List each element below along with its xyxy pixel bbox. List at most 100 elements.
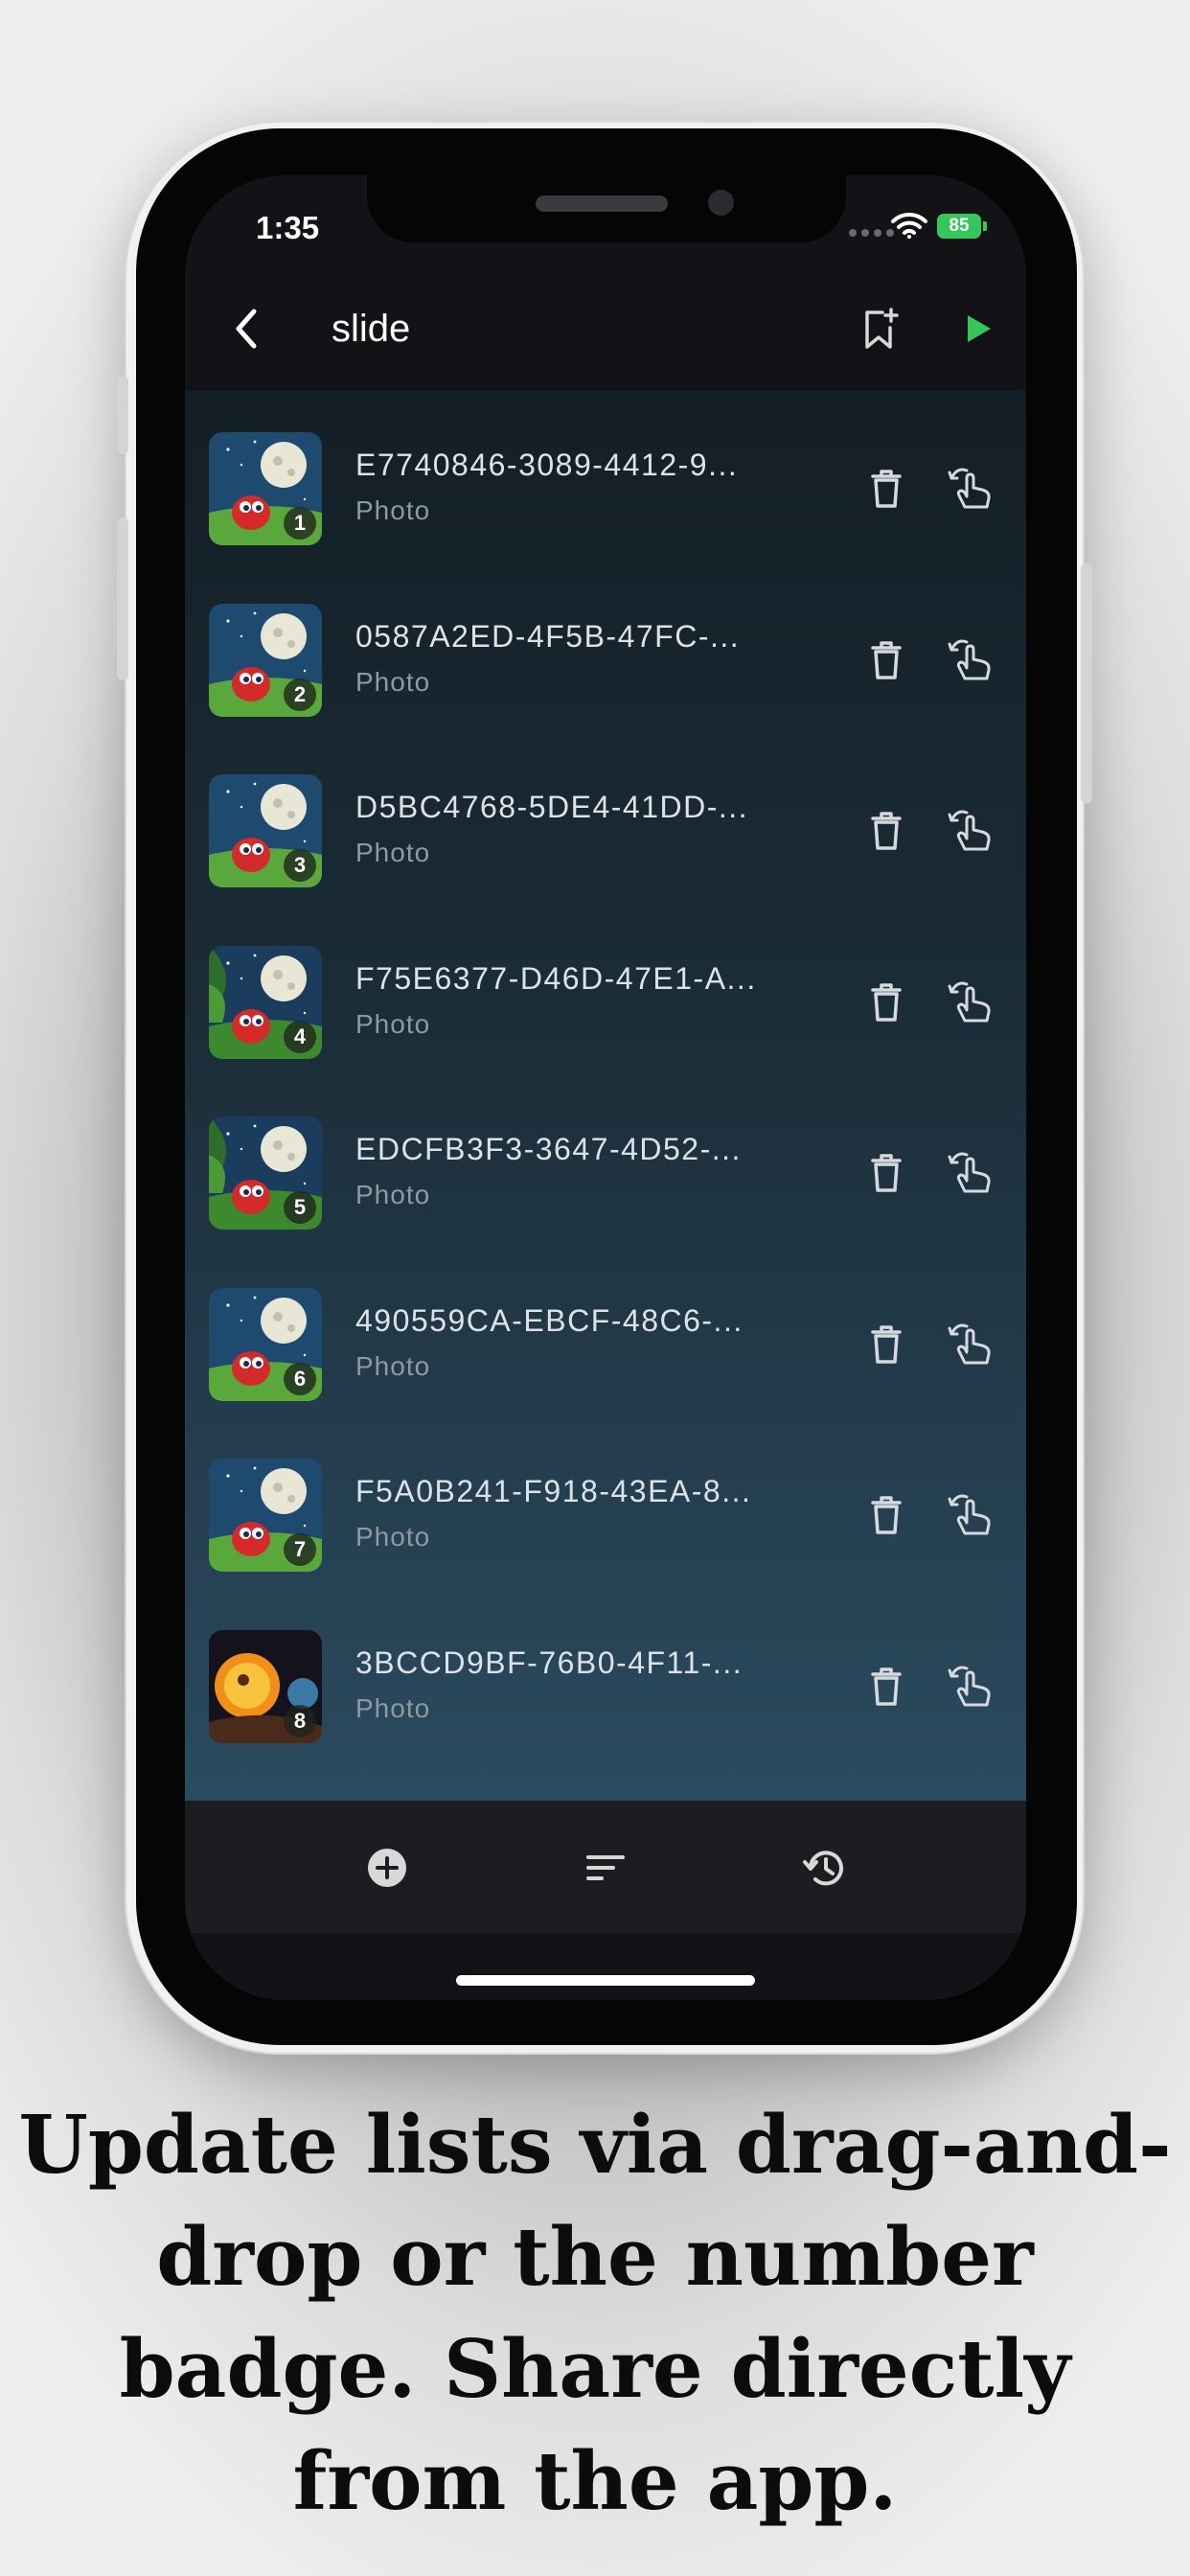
item-title: F5A0B241-F918-43EA-8... [355,1474,752,1508]
app-screen: 1:35 85 slide 1 E7740846-3089-4412-9... … [185,175,1026,2000]
photo-thumbnail[interactable]: 7 [209,1459,322,1572]
trash-icon [871,1324,902,1364]
list-item[interactable]: 3 D5BC4768-5DE4-41DD-... Photo [185,730,1026,901]
sort-button[interactable] [577,1839,634,1897]
back-button[interactable] [217,298,275,359]
delete-button[interactable] [865,978,907,1026]
photo-thumbnail[interactable]: 3 [209,774,322,887]
delete-button[interactable] [865,636,907,684]
item-title: EDCFB3F3-3647-4D52-... [355,1132,742,1166]
trash-icon [871,1496,902,1534]
bookmark-add-button[interactable] [854,300,907,357]
drag-hand-icon [948,1152,991,1193]
trash-icon [871,1667,902,1706]
slide-list: 1 E7740846-3089-4412-9... Photo 2 0587A2… [185,390,1026,1801]
item-type-label: Photo [355,1180,431,1209]
item-title: 3BCCD9BF-76B0-4F11-... [355,1644,744,1680]
item-title: E7740846-3089-4412-9... [355,448,739,482]
trash-icon [871,982,902,1022]
photo-thumbnail[interactable]: 8 [209,1629,322,1743]
drag-handle[interactable] [945,634,996,686]
order-number-badge[interactable]: 4 [284,1020,316,1053]
play-icon [968,315,991,342]
list-item[interactable]: 7 F5A0B241-F918-43EA-8... Photo [185,1414,1026,1585]
bottom-toolbar [185,1801,1026,1933]
list-item[interactable]: 6 490559CA-EBCF-48C6-... Photo [185,1244,1026,1414]
list-item[interactable]: 5 EDCFB3F3-3647-4D52-... Photo [185,1072,1026,1243]
list-item[interactable]: 4 F75E6377-D46D-47E1-A... Photo [185,902,1026,1072]
order-number-badge[interactable]: 3 [284,849,316,882]
front-camera [708,190,734,216]
marketing-caption: Update lists via drag-and-drop or the nu… [18,2098,1172,2528]
drag-handle[interactable] [945,1319,996,1370]
item-type-label: Photo [355,1008,431,1039]
order-number-badge[interactable]: 8 [284,1704,316,1737]
sort-icon [586,1855,625,1880]
drag-handle[interactable] [945,805,996,857]
delete-button[interactable] [865,1149,907,1197]
item-type-label: Photo [355,1522,431,1552]
battery-tip [983,221,987,231]
order-number-badge[interactable]: 2 [284,678,316,711]
history-button[interactable] [795,1839,853,1897]
drag-handle[interactable] [945,1147,996,1199]
bookmark-add-icon [865,308,899,349]
list-item[interactable]: 2 0587A2ED-4F5B-47FC-... Photo [185,560,1026,730]
item-type-label: Photo [355,1350,431,1381]
add-button[interactable] [358,1839,416,1897]
photo-thumbnail[interactable]: 4 [209,945,322,1059]
delete-button[interactable] [865,1321,907,1368]
trash-icon [871,1154,902,1192]
order-number-badge[interactable]: 1 [284,507,316,540]
item-title: 490559CA-EBCF-48C6-... [355,1302,744,1338]
drag-hand-icon [948,1494,991,1535]
drag-hand-icon [948,639,991,679]
photo-thumbnail[interactable]: 5 [209,1116,322,1230]
photo-thumbnail[interactable]: 1 [209,432,322,545]
list-item[interactable]: 8 3BCCD9BF-76B0-4F11-... Photo [185,1586,1026,1757]
phone-silent-switch [117,376,128,454]
item-title: 0587A2ED-4F5B-47FC-... [355,618,741,654]
add-circle-icon [368,1849,406,1887]
drag-hand-icon [948,810,991,851]
drag-hand-icon [948,1666,991,1706]
delete-button[interactable] [865,1491,907,1539]
home-area [185,1933,1026,2000]
phone-power-button [1081,564,1092,803]
drag-handle[interactable] [945,1489,996,1541]
drag-handle[interactable] [945,1661,996,1713]
page-title: slide [332,308,411,350]
phone-volume-button [117,518,128,680]
status-time: 1:35 [256,210,320,245]
order-number-badge[interactable]: 5 [284,1191,316,1224]
photo-thumbnail[interactable]: 2 [209,603,322,717]
drag-hand-icon [948,1323,991,1364]
cellular-signal-icon [849,229,894,237]
drag-hand-icon [948,981,991,1022]
play-button[interactable] [951,300,1005,357]
list-item[interactable]: 1 E7740846-3089-4412-9... Photo [185,388,1026,559]
trash-icon [871,812,902,850]
battery-indicator: 85 [937,214,981,239]
drag-handle[interactable] [945,463,996,515]
photo-thumbnail[interactable]: 6 [209,1287,322,1401]
trash-icon [871,470,902,508]
trash-icon [871,640,902,679]
order-number-badge[interactable]: 7 [284,1533,316,1566]
item-type-label: Photo [355,1692,431,1723]
delete-button[interactable] [865,465,907,513]
nav-bar: slide [185,271,1026,390]
item-title: D5BC4768-5DE4-41DD-... [355,790,749,824]
item-title: F75E6377-D46D-47E1-A... [355,960,757,996]
chevron-left-icon [236,309,257,349]
speaker [536,196,668,212]
delete-button[interactable] [865,1663,907,1711]
item-type-label: Photo [355,838,431,867]
order-number-badge[interactable]: 6 [284,1362,316,1395]
home-indicator[interactable] [456,1975,755,1986]
item-type-label: Photo [355,666,431,697]
wifi-icon [891,212,927,243]
delete-button[interactable] [865,807,907,855]
drag-hand-icon [948,468,991,509]
drag-handle[interactable] [945,977,996,1028]
